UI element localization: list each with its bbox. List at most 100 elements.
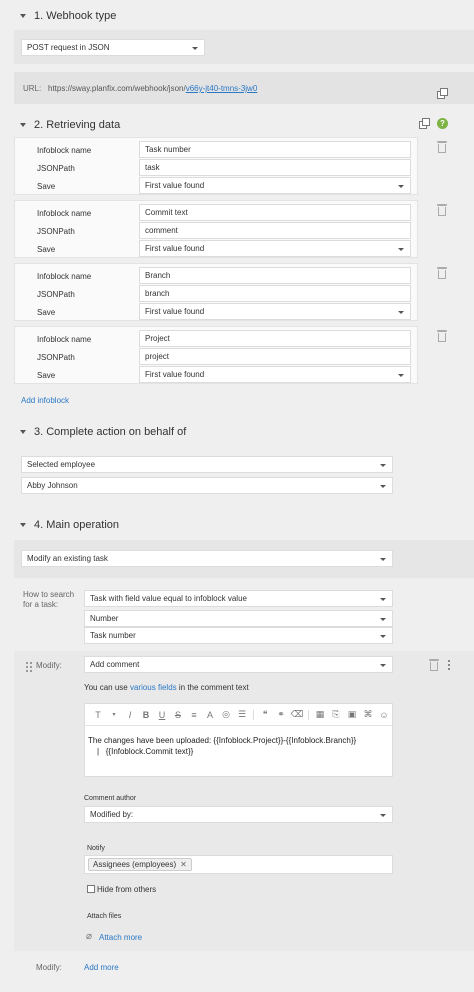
jsonpath-label: JSONPath (37, 164, 75, 173)
help-icon[interactable]: ? (437, 118, 448, 129)
save-select[interactable]: First value found (139, 366, 411, 383)
comment-editor[interactable]: T ▾ I B U S ≡ A ◎ ☰ ❝ ⚭ ⌫ ▦ ⎘ ▣ ⌘ ☺ The … (84, 703, 393, 777)
toolbar-divider (253, 709, 254, 720)
trash-icon[interactable] (437, 204, 447, 216)
drag-handle-icon[interactable] (26, 662, 32, 672)
attach-more-link[interactable]: Attach more (99, 933, 142, 942)
comment-author-label: Comment author (84, 795, 137, 802)
section-header-complete-action[interactable]: 3. Complete action on behalf of (8, 424, 474, 440)
webhook-type-select[interactable]: POST request in JSON (21, 39, 205, 56)
section-title: 3. Complete action on behalf of (34, 426, 187, 438)
caret-down-icon (20, 14, 26, 18)
save-select[interactable]: First value found (139, 303, 411, 320)
table-icon[interactable]: ▦ (313, 708, 327, 722)
add-more-link[interactable]: Add more (84, 963, 119, 972)
modify-label-2: Modify: (36, 963, 62, 972)
code-icon[interactable]: ⌘ (361, 708, 375, 722)
webhook-type-value: POST request in JSON (27, 43, 110, 52)
section-header-main-operation[interactable]: 4. Main operation (8, 517, 474, 533)
save-label: Save (37, 308, 56, 317)
modify-block (14, 651, 474, 951)
save-select[interactable]: First value found (139, 177, 411, 194)
search-infoblock-value: Task number (90, 631, 136, 640)
toolbar-divider (308, 709, 309, 720)
search-method-value: Task with field value equal to infoblock… (90, 594, 247, 603)
image-icon[interactable]: ▣ (345, 708, 359, 722)
search-field-value: Number (90, 614, 119, 623)
modify-select[interactable]: Add comment (84, 656, 393, 673)
trash-icon[interactable] (437, 141, 447, 153)
infoblock-name-value: Commit text (145, 208, 188, 217)
more-icon[interactable] (448, 660, 451, 670)
save-label: Save (37, 371, 56, 380)
hide-from-others-label: Hide from others (97, 885, 157, 894)
search-field-select[interactable]: Number (84, 610, 393, 627)
infoblock-name-label: Infoblock name (37, 272, 92, 281)
highlight-icon[interactable]: ◎ (219, 708, 233, 722)
font-color-icon[interactable]: A (203, 708, 217, 722)
on-behalf-employee-select[interactable]: Abby Johnson (21, 477, 393, 494)
jsonpath-value: branch (145, 289, 170, 298)
trash-icon[interactable] (429, 659, 439, 671)
on-behalf-type-select[interactable]: Selected employee (21, 456, 393, 473)
save-label: Save (37, 245, 56, 254)
quote-icon[interactable]: ❝ (258, 708, 272, 722)
caret-down-icon (20, 430, 26, 434)
url-label: URL: (23, 84, 42, 93)
modify-label: Modify: (36, 661, 62, 670)
various-fields-link[interactable]: various fields (130, 683, 177, 692)
attachment-icon[interactable]: ⎘ (329, 708, 343, 722)
jsonpath-input[interactable]: task (139, 159, 411, 176)
align-icon[interactable]: ≡ (187, 708, 201, 722)
comment-author-value: Modified by: (90, 810, 134, 819)
search-infoblock-select[interactable]: Task number (84, 627, 393, 644)
clear-format-icon[interactable]: ⌫ (290, 708, 304, 722)
jsonpath-input[interactable]: project (139, 348, 411, 365)
operation-value: Modify an existing task (27, 554, 108, 563)
infoblock-name-input[interactable]: Project (139, 330, 411, 347)
editor-toolbar: T ▾ I B U S ≡ A ◎ ☰ ❝ ⚭ ⌫ ▦ ⎘ ▣ ⌘ ☺ (85, 704, 392, 726)
save-select[interactable]: First value found (139, 240, 411, 257)
jsonpath-input[interactable]: comment (139, 222, 411, 239)
dropdown-caret-icon[interactable]: ▾ (107, 708, 121, 722)
strikethrough-button[interactable]: S (171, 708, 185, 722)
search-label-line2: for a task: (23, 600, 59, 609)
save-value: First value found (145, 307, 205, 316)
url-token[interactable]: v66y-jt40-tmns-3jw0 (186, 84, 258, 93)
list-icon[interactable]: ☰ (235, 708, 249, 722)
underline-button[interactable]: U (155, 708, 169, 722)
modify-value: Add comment (90, 660, 140, 669)
infoblock-name-input[interactable]: Task number (139, 141, 411, 158)
caret-down-icon (20, 123, 26, 127)
jsonpath-label: JSONPath (37, 227, 75, 236)
hint-post: in the comment text (176, 683, 249, 692)
link-icon[interactable]: ⚭ (274, 708, 288, 722)
infoblock-name-label: Infoblock name (37, 209, 92, 218)
add-infoblock-link[interactable]: Add infoblock (21, 396, 69, 405)
text-style-button[interactable]: T (91, 708, 105, 722)
trash-icon[interactable] (437, 267, 447, 279)
infoblock-name-input[interactable]: Commit text (139, 204, 411, 221)
infoblock-name-label: Infoblock name (37, 146, 92, 155)
jsonpath-input[interactable]: branch (139, 285, 411, 302)
hide-from-others-checkbox[interactable] (87, 885, 95, 893)
section-header-webhook-type[interactable]: 1. Webhook type (8, 8, 474, 24)
jsonpath-value: project (145, 352, 170, 361)
operation-select[interactable]: Modify an existing task (21, 550, 393, 567)
copy-icon[interactable] (437, 88, 449, 100)
comment-text-line2: | {{Infoblock.Commit text}} (97, 747, 194, 756)
jsonpath-label: JSONPath (37, 290, 75, 299)
search-method-select[interactable]: Task with field value equal to infoblock… (84, 590, 393, 607)
notify-chip[interactable]: Assignees (employees) ✕ (88, 858, 192, 871)
italic-button[interactable]: I (123, 708, 137, 722)
section-title: 4. Main operation (34, 519, 119, 531)
chip-close-icon[interactable]: ✕ (180, 860, 187, 869)
search-label-line1: How to search (23, 590, 75, 599)
infoblock-name-input[interactable]: Branch (139, 267, 411, 284)
trash-icon[interactable] (437, 330, 447, 342)
section-header-retrieving[interactable]: 2. Retrieving data (8, 117, 474, 133)
comment-author-select[interactable]: Modified by: (84, 806, 393, 823)
bold-button[interactable]: B (139, 708, 153, 722)
emoji-icon[interactable]: ☺ (377, 708, 391, 722)
copy-icon[interactable] (419, 118, 431, 130)
